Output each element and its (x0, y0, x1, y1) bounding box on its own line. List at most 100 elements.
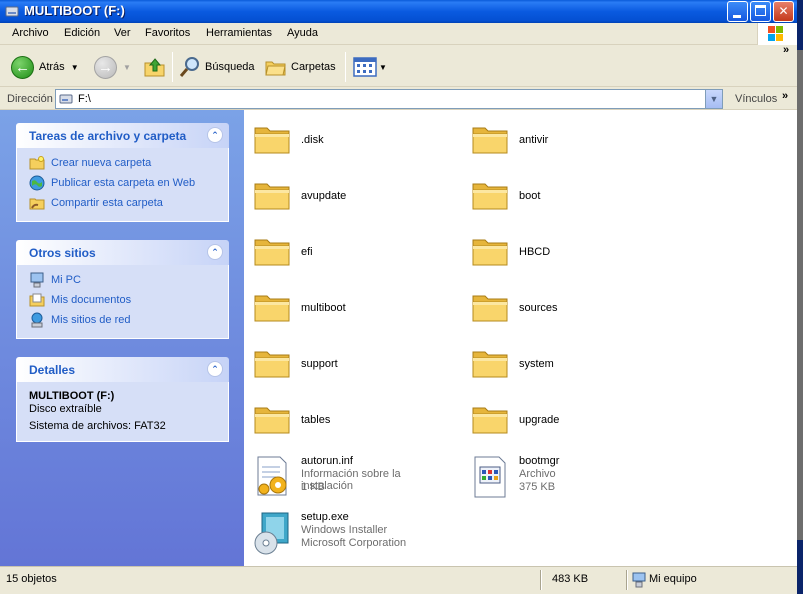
folder-item[interactable]: upgrade (462, 393, 672, 445)
my-documents-icon (29, 293, 45, 307)
task-label: Compartir esta carpeta (51, 197, 163, 209)
folder-item[interactable]: support (244, 337, 454, 389)
menu-archivo[interactable]: Archivo (12, 27, 49, 39)
toolbar-overflow-icon[interactable]: » (783, 44, 789, 56)
file-name: upgrade (519, 414, 560, 426)
place-label: Mi PC (51, 274, 81, 286)
address-label: Dirección (7, 93, 53, 105)
folder-item[interactable]: multiboot (244, 281, 454, 333)
collapse-icon[interactable]: ⌃ (207, 127, 223, 143)
folder-item[interactable]: sources (462, 281, 672, 333)
chevron-down-icon[interactable]: ▼ (123, 63, 131, 72)
minimize-button[interactable] (727, 1, 748, 22)
folder-item[interactable]: antivir (462, 113, 672, 165)
file-name: antivir (519, 134, 549, 146)
place-label: Mis documentos (51, 294, 132, 306)
details-header[interactable]: Detalles ⌃ (16, 357, 229, 382)
menu-favoritos[interactable]: Favoritos (145, 27, 190, 39)
place-my-pc[interactable]: Mi PC (29, 270, 216, 290)
menu-edicion[interactable]: Edición (64, 27, 100, 39)
status-count: 15 objetos (6, 573, 57, 585)
file-name: HBCD (519, 246, 551, 258)
task-share-folder[interactable]: Compartir esta carpeta (29, 193, 216, 213)
menu-ver[interactable]: Ver (114, 27, 131, 39)
task-label: Crear nueva carpeta (51, 157, 152, 169)
folder-icon (470, 231, 510, 271)
folder-item[interactable]: system (462, 337, 672, 389)
up-folder-button[interactable] (143, 54, 167, 80)
folder-item[interactable]: avupdate (244, 169, 454, 221)
folder-item[interactable]: .disk (244, 113, 454, 165)
task-new-folder[interactable]: Crear nueva carpeta (29, 153, 216, 173)
forward-button[interactable]: → ▼ (94, 54, 131, 80)
title-bar[interactable]: MULTIBOOT (F:) ✕ (0, 0, 797, 23)
file-type: Archivo (519, 468, 556, 480)
web-publish-icon (29, 175, 45, 191)
file-tasks-header[interactable]: Tareas de archivo y carpeta ⌃ (16, 123, 229, 148)
folder-icon (470, 287, 510, 327)
file-item[interactable]: setup.exe Windows Installer Microsoft Corp… (244, 505, 454, 557)
file-name: system (519, 358, 554, 370)
address-bar: Dirección F:\ ▼ Vínculos » (0, 88, 797, 110)
back-button[interactable]: ← Atrás ▼ (11, 54, 79, 80)
search-label: Búsqueda (205, 61, 255, 73)
file-name: avupdate (301, 190, 347, 202)
folders-label: Carpetas (291, 61, 336, 73)
search-icon (179, 57, 199, 77)
close-button[interactable]: ✕ (773, 1, 794, 22)
folder-icon (470, 119, 510, 159)
address-dropdown-icon[interactable]: ▼ (705, 90, 722, 108)
folder-icon (470, 399, 510, 439)
file-name: bootmgr (519, 455, 560, 467)
place-network[interactable]: Mis sitios de red (29, 310, 216, 330)
setup-info-file-icon (252, 455, 292, 496)
file-detail: Microsoft Corporation (301, 537, 407, 549)
details-body: MULTIBOOT (F:) Disco extraíble Sistema d… (16, 382, 229, 442)
folder-item[interactable]: HBCD (462, 225, 672, 277)
folder-icon (252, 343, 292, 383)
file-name: efi (301, 246, 313, 258)
toolbar: ← Atrás ▼ → ▼ Búsqueda Carpetas ▼ (0, 46, 797, 87)
links-label[interactable]: Vínculos (735, 93, 777, 105)
folders-button[interactable]: Carpetas (265, 54, 336, 80)
address-value: F:\ (78, 93, 91, 105)
folder-item[interactable]: efi (244, 225, 454, 277)
address-input[interactable]: F:\ ▼ (55, 89, 723, 109)
windows-logo-icon (757, 23, 797, 45)
file-detail: 375 KB (519, 481, 556, 493)
file-name: autorun.inf (301, 455, 353, 467)
file-name: boot (519, 190, 541, 202)
toolbar-separator (172, 52, 173, 82)
collapse-icon[interactable]: ⌃ (207, 361, 223, 377)
folder-item[interactable]: boot (462, 169, 672, 221)
file-tasks-group: Tareas de archivo y carpeta ⌃ Crear nuev… (16, 123, 229, 222)
maximize-button[interactable] (750, 1, 771, 22)
search-button[interactable]: Búsqueda (178, 54, 255, 80)
menu-herramientas[interactable]: Herramientas (206, 27, 272, 39)
file-name: setup.exe (301, 511, 349, 523)
forward-arrow-icon: → (94, 55, 117, 79)
details-name: MULTIBOOT (F:) (29, 390, 115, 402)
folder-icon (470, 175, 510, 215)
menu-ayuda[interactable]: Ayuda (287, 27, 318, 39)
place-my-documents[interactable]: Mis documentos (29, 290, 216, 310)
drive-icon (5, 6, 19, 17)
chevron-down-icon[interactable]: ▼ (379, 63, 387, 72)
links-overflow-icon[interactable]: » (782, 90, 788, 102)
collapse-icon[interactable]: ⌃ (207, 244, 223, 260)
back-label: Atrás (39, 61, 65, 73)
file-item[interactable]: autorun.inf Información sobre la instalac… (244, 449, 454, 501)
folder-icon (252, 119, 292, 159)
task-publish-web[interactable]: Publicar esta carpeta en Web (29, 173, 216, 193)
folder-item[interactable]: tables (244, 393, 454, 445)
chevron-down-icon[interactable]: ▼ (71, 63, 79, 72)
back-arrow-icon: ← (11, 55, 34, 79)
other-places-header[interactable]: Otros sitios ⌃ (16, 240, 229, 265)
views-button[interactable]: ▼ (353, 54, 387, 80)
file-item[interactable]: bootmgr Archivo 375 KB (462, 449, 672, 501)
file-name: support (301, 358, 338, 370)
my-computer-icon (632, 572, 646, 588)
file-name: multiboot (301, 302, 346, 314)
status-bar: 15 objetos 483 KB Mi equipo (0, 566, 797, 594)
details-title: Detalles (29, 363, 76, 377)
